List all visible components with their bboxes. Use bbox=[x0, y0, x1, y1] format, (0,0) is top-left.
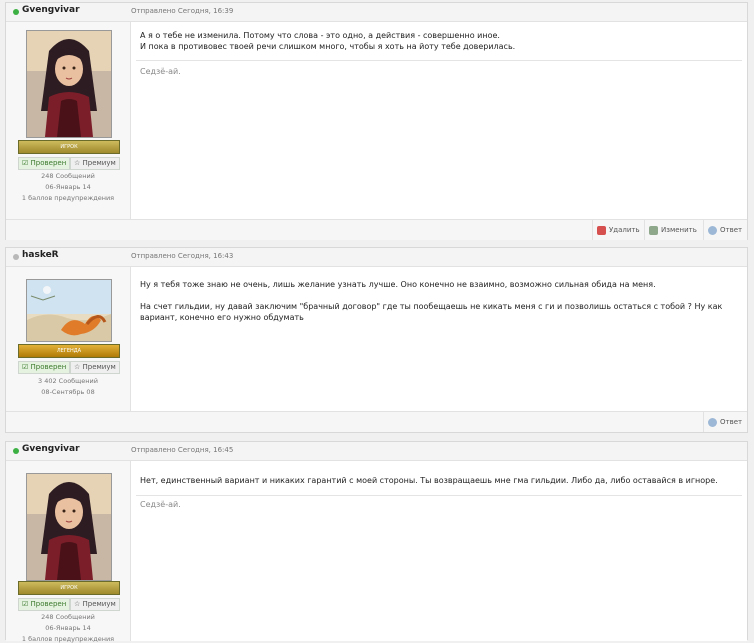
post-date: Отправлено Сегодня, 16:45 bbox=[131, 446, 234, 454]
rank-label: ИГРОК bbox=[60, 144, 78, 150]
post-count: 3 402 Сообщений bbox=[38, 377, 98, 385]
signature-divider bbox=[136, 60, 742, 61]
post-3: Gvengvivar Отправлено Сегодня, 16:45 ИГР… bbox=[5, 441, 748, 643]
premium-badge[interactable]: ☆ Премиум bbox=[70, 361, 120, 374]
verified-badge[interactable]: ☑ Проверен bbox=[18, 157, 71, 170]
post-content: Нет, единственный вариант и никаких гара… bbox=[131, 461, 747, 641]
check-icon: ☑ bbox=[22, 600, 29, 608]
rank-bar: ИГРОК bbox=[18, 140, 120, 154]
message-line: А я о тебе не изменила. Потому что слова… bbox=[140, 31, 500, 40]
avatar[interactable] bbox=[26, 30, 112, 138]
author-sidebar: ИГРОК ☑ Проверен ☆ Премиум 248 Сообщений… bbox=[6, 22, 131, 219]
author-sidebar: ИГРОК ☑ Проверен ☆ Премиум 248 Сообщений… bbox=[6, 461, 131, 643]
reply-icon bbox=[708, 417, 717, 427]
online-status-icon bbox=[13, 9, 19, 15]
premium-badge[interactable]: ☆ Премиум bbox=[70, 157, 120, 170]
signature: Седзё-ай. bbox=[140, 500, 181, 509]
avatar-image-icon bbox=[27, 280, 111, 341]
verified-label: Проверен bbox=[30, 600, 67, 608]
avatar[interactable] bbox=[26, 279, 112, 342]
online-status-icon bbox=[13, 448, 19, 454]
rank-label: ЛЕГЕНДА bbox=[56, 348, 82, 354]
post-footer: Ответ bbox=[6, 411, 747, 432]
warning-points: 1 баллов предупреждения bbox=[21, 194, 115, 202]
star-icon: ☆ bbox=[74, 600, 81, 608]
premium-label: Премиум bbox=[82, 159, 116, 167]
join-date: 08-Сентябрь 08 bbox=[41, 388, 95, 396]
post-2: haskeR Отправлено Сегодня, 16:43 ЛЕГЕНДА… bbox=[5, 247, 748, 433]
delete-button[interactable]: Удалить bbox=[592, 220, 640, 240]
edit-label: Изменить bbox=[661, 226, 697, 234]
post-1: Gvengvivar Отправлено Сегодня, 16:39 ИГР… bbox=[5, 2, 748, 240]
message-line: И пока в противовес твоей речи слишком м… bbox=[140, 42, 516, 51]
post-footer: Удалить Изменить Ответ bbox=[6, 219, 747, 240]
reply-icon bbox=[708, 225, 717, 235]
post-count: 248 Сообщений bbox=[41, 172, 95, 180]
join-date: 06-Январь 14 bbox=[45, 624, 91, 632]
post-content: А я о тебе не изменила. Потому что слова… bbox=[131, 22, 747, 219]
avatar-image-icon bbox=[27, 474, 111, 580]
author-name[interactable]: Gvengvivar bbox=[22, 444, 80, 454]
join-date: 06-Январь 14 bbox=[45, 183, 91, 191]
premium-badge[interactable]: ☆ Премиум bbox=[70, 598, 120, 611]
message-line: Нет, единственный вариант и никаких гара… bbox=[140, 476, 718, 485]
offline-status-icon bbox=[13, 254, 19, 260]
signature: Седзё-ай. bbox=[140, 67, 181, 76]
post-header: Gvengvivar Отправлено Сегодня, 16:45 bbox=[6, 442, 747, 461]
avatar-image-icon bbox=[27, 31, 111, 137]
rank-bar: ЛЕГЕНДА bbox=[18, 344, 120, 358]
edit-icon bbox=[649, 225, 658, 235]
reply-label: Ответ bbox=[720, 418, 743, 426]
post-header: haskeR Отправлено Сегодня, 16:43 bbox=[6, 248, 747, 267]
check-icon: ☑ bbox=[22, 159, 29, 167]
delete-label: Удалить bbox=[609, 226, 640, 234]
verified-label: Проверен bbox=[30, 363, 67, 371]
rank-bar: ИГРОК bbox=[18, 581, 120, 595]
post-count: 248 Сообщений bbox=[41, 613, 95, 621]
message-line: вариант, конечно его нужно обдумать bbox=[140, 313, 304, 322]
author-name[interactable]: haskeR bbox=[22, 250, 59, 260]
avatar[interactable] bbox=[26, 473, 112, 581]
signature-divider bbox=[136, 495, 742, 496]
star-icon: ☆ bbox=[74, 363, 81, 371]
reply-button[interactable]: Ответ bbox=[703, 412, 742, 432]
post-content: Ну я тебя тоже знаю не очень, лишь желан… bbox=[131, 267, 747, 411]
edit-button[interactable]: Изменить bbox=[644, 220, 697, 240]
post-date: Отправлено Сегодня, 16:39 bbox=[131, 7, 234, 15]
author-name[interactable]: Gvengvivar bbox=[22, 5, 80, 15]
reply-label: Ответ bbox=[720, 226, 743, 234]
message-line: На счет гильдии, ну давай заключим "брач… bbox=[140, 302, 723, 311]
verified-label: Проверен bbox=[30, 159, 67, 167]
post-header: Gvengvivar Отправлено Сегодня, 16:39 bbox=[6, 3, 747, 22]
message-line: Ну я тебя тоже знаю не очень, лишь желан… bbox=[140, 280, 656, 289]
verified-badge[interactable]: ☑ Проверен bbox=[18, 361, 71, 374]
verified-badge[interactable]: ☑ Проверен bbox=[18, 598, 71, 611]
check-icon: ☑ bbox=[22, 363, 29, 371]
reply-button[interactable]: Ответ bbox=[703, 220, 742, 240]
delete-icon bbox=[597, 225, 606, 235]
star-icon: ☆ bbox=[74, 159, 81, 167]
premium-label: Премиум bbox=[82, 363, 116, 371]
post-date: Отправлено Сегодня, 16:43 bbox=[131, 252, 234, 260]
warning-points: 1 баллов предупреждения bbox=[21, 635, 115, 643]
author-sidebar: ЛЕГЕНДА ☑ Проверен ☆ Премиум 3 402 Сообщ… bbox=[6, 267, 131, 411]
premium-label: Премиум bbox=[82, 600, 116, 608]
rank-label: ИГРОК bbox=[60, 585, 78, 591]
